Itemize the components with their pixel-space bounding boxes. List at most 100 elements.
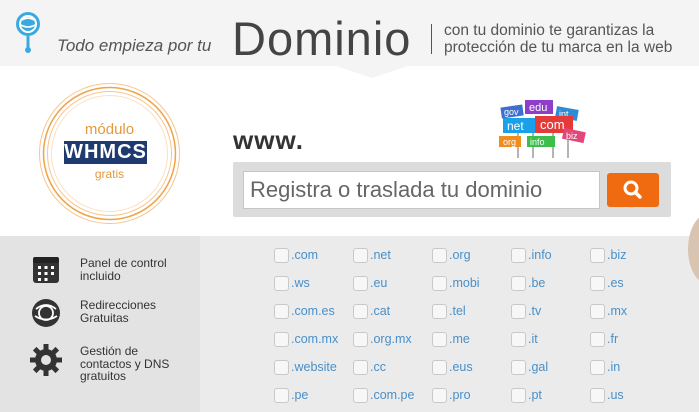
tag-net: net — [507, 119, 524, 133]
globe-redirect-icon — [32, 299, 60, 327]
feature-control-panel: Panel de control incluido — [0, 255, 200, 299]
feature-line: Gratuitas — [80, 310, 129, 325]
header-tagline: Todo empieza por tu — [57, 36, 212, 55]
feature-line: Panel de control — [80, 256, 167, 270]
extension-checkbox-commx[interactable]: .com.mx — [274, 330, 354, 350]
extension-label: .mx — [607, 304, 628, 318]
page-title: Dominio — [232, 12, 412, 65]
search-button[interactable] — [607, 173, 659, 207]
extension-checkbox-tel[interactable]: .tel — [432, 302, 512, 322]
extension-checkbox-us[interactable]: .us — [590, 386, 670, 406]
checkbox[interactable] — [590, 276, 605, 291]
extension-checkbox-eu[interactable]: .eu — [353, 274, 433, 294]
gear-icon — [30, 344, 62, 376]
header-notch — [336, 66, 408, 78]
checkbox[interactable] — [274, 388, 289, 403]
checkbox[interactable] — [274, 332, 289, 347]
extension-label: .eus — [449, 360, 473, 374]
checkbox[interactable] — [432, 276, 447, 291]
feature-label: Redirecciones Gratuitas — [80, 299, 195, 324]
extension-checkbox-me[interactable]: .me — [432, 330, 512, 350]
checkbox[interactable] — [432, 248, 447, 263]
extension-checkbox-biz[interactable]: .biz — [590, 246, 670, 266]
checkbox[interactable] — [511, 360, 526, 375]
extension-checkbox-cat[interactable]: .cat — [353, 302, 433, 322]
extension-label: .pe — [291, 388, 309, 402]
extension-checkbox-orgmx[interactable]: .org.mx — [353, 330, 433, 350]
tag-org: org — [503, 137, 516, 147]
slogan-line-1: con tu dominio te garantizas la — [444, 22, 655, 39]
extension-label: .com.mx — [291, 332, 339, 346]
extension-checkbox-in[interactable]: .in — [590, 358, 670, 378]
extension-label: .tel — [449, 304, 466, 318]
checkbox[interactable] — [590, 304, 605, 319]
checkbox[interactable] — [511, 276, 526, 291]
extension-checkbox-com[interactable]: .com — [274, 246, 354, 266]
checkbox[interactable] — [432, 332, 447, 347]
feature-label: Panel de control incluido — [80, 257, 195, 282]
feature-redirects: Redirecciones Gratuitas — [0, 297, 200, 341]
extension-checkbox-mobi[interactable]: .mobi — [432, 274, 512, 294]
header-slogan: con tu dominio te garantizas la protecci… — [444, 22, 699, 56]
checkbox[interactable] — [590, 388, 605, 403]
extension-checkbox-eus[interactable]: .eus — [432, 358, 512, 378]
extension-label: .gal — [528, 360, 549, 374]
checkbox[interactable] — [353, 388, 368, 403]
extension-label: .cat — [370, 304, 391, 318]
badge-gratis-label: gratis — [94, 167, 125, 181]
extension-checkbox-org[interactable]: .org — [432, 246, 512, 266]
extension-checkbox-mx[interactable]: .mx — [590, 302, 670, 322]
badge-modulo-label: módulo — [84, 121, 135, 138]
checkbox[interactable] — [432, 304, 447, 319]
extension-checkbox-comes[interactable]: .com.es — [274, 302, 354, 322]
extension-checkbox-es[interactable]: .es — [590, 274, 670, 294]
extension-label: .fr — [607, 332, 619, 346]
checkbox[interactable] — [274, 276, 289, 291]
checkbox[interactable] — [511, 332, 526, 347]
www-prefix: www. — [233, 125, 304, 155]
tag-edu: edu — [529, 102, 547, 114]
checkbox[interactable] — [353, 276, 368, 291]
logo-icon[interactable] — [13, 10, 43, 54]
extension-checkbox-compe[interactable]: .com.pe — [353, 386, 433, 406]
feature-line: Gestión de — [80, 344, 139, 358]
checkbox[interactable] — [274, 360, 289, 375]
extension-checkbox-net[interactable]: .net — [353, 246, 433, 266]
checkbox[interactable] — [432, 388, 447, 403]
checkbox[interactable] — [511, 304, 526, 319]
extension-checkbox-info[interactable]: .info — [511, 246, 591, 266]
checkbox[interactable] — [353, 248, 368, 263]
extension-label: .biz — [607, 248, 627, 262]
extension-checkbox-website[interactable]: .website — [274, 358, 354, 378]
tag-info: info — [530, 137, 545, 147]
extension-checkbox-be[interactable]: .be — [511, 274, 591, 294]
extension-label: .info — [528, 248, 552, 262]
checkbox[interactable] — [590, 248, 605, 263]
extension-label: .pt — [528, 388, 542, 402]
extension-checkbox-pe[interactable]: .pe — [274, 386, 354, 406]
extension-label: .be — [528, 276, 546, 290]
extension-checkbox-pt[interactable]: .pt — [511, 386, 591, 406]
checkbox[interactable] — [511, 248, 526, 263]
extension-checkbox-it[interactable]: .it — [511, 330, 591, 350]
checkbox[interactable] — [353, 304, 368, 319]
extension-checkbox-ws[interactable]: .ws — [274, 274, 354, 294]
domain-search-input[interactable] — [243, 171, 600, 209]
checkbox[interactable] — [590, 332, 605, 347]
checkbox[interactable] — [432, 360, 447, 375]
checkbox[interactable] — [274, 248, 289, 263]
checkbox[interactable] — [511, 388, 526, 403]
checkbox[interactable] — [590, 360, 605, 375]
extension-checkbox-tv[interactable]: .tv — [511, 302, 591, 322]
checkbox[interactable] — [353, 332, 368, 347]
extension-checkbox-cc[interactable]: .cc — [353, 358, 433, 378]
tag-gov: gov — [504, 107, 519, 117]
domain-tags-illustration: gov edu int net com biz org info — [499, 100, 586, 158]
feature-line: Redirecciones — [80, 298, 157, 312]
extension-checkbox-gal[interactable]: .gal — [511, 358, 591, 378]
extension-label: .in — [607, 360, 621, 374]
extension-checkbox-fr[interactable]: .fr — [590, 330, 670, 350]
checkbox[interactable] — [274, 304, 289, 319]
checkbox[interactable] — [353, 360, 368, 375]
extension-checkbox-pro[interactable]: .pro — [432, 386, 512, 406]
